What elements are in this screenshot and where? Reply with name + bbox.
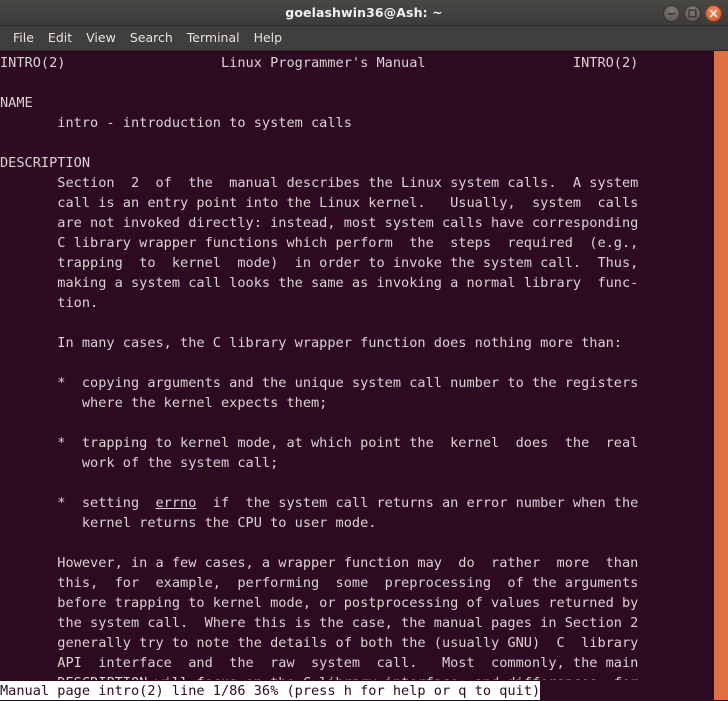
minimize-button[interactable] <box>663 4 680 22</box>
maximize-icon <box>688 8 697 18</box>
pager-status-bar: Manual page intro(2) line 1/86 36% (pres… <box>0 680 714 700</box>
title-bar: goelashwin36@Ash: ~ <box>0 0 728 26</box>
menu-item-edit[interactable]: Edit <box>41 28 79 48</box>
scrollbar-thumb[interactable] <box>714 51 728 700</box>
menu-item-terminal[interactable]: Terminal <box>180 28 247 48</box>
menu-item-file[interactable]: File <box>6 28 41 48</box>
window-controls <box>663 0 722 26</box>
menu-item-view[interactable]: View <box>79 28 123 48</box>
menu-item-help[interactable]: Help <box>247 28 290 48</box>
menu-bar: File Edit View Search Terminal Help <box>0 26 728 51</box>
pager-status-text: Manual page intro(2) line 1/86 36% (pres… <box>0 681 541 700</box>
minimize-icon <box>668 12 675 15</box>
close-button[interactable] <box>705 4 722 22</box>
menu-item-search[interactable]: Search <box>123 28 180 48</box>
maximize-button[interactable] <box>684 4 701 22</box>
terminal-window: goelashwin36@Ash: ~ File Edit View Searc… <box>0 0 728 701</box>
close-icon <box>709 9 718 17</box>
terminal-content[interactable]: INTRO(2) Linux Programmer's Manual INTRO… <box>0 51 728 700</box>
terminal-scrollbar[interactable] <box>714 51 728 700</box>
man-page-text: INTRO(2) Linux Programmer's Manual INTRO… <box>0 55 639 700</box>
window-title: goelashwin36@Ash: ~ <box>285 5 443 20</box>
